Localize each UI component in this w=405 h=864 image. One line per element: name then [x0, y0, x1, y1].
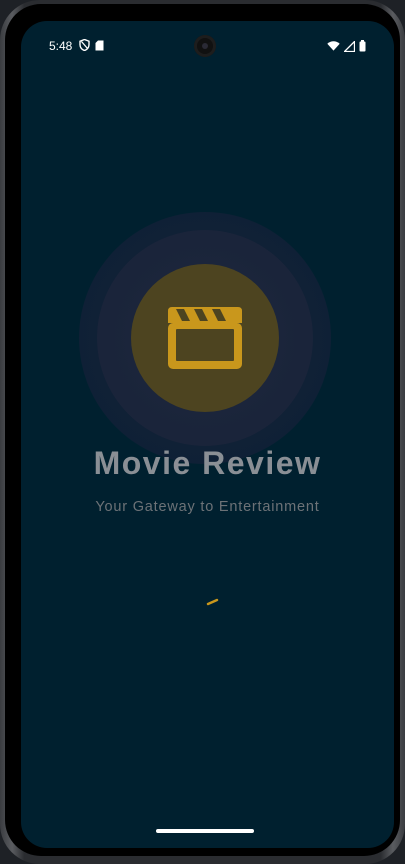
device-bezel: 5:48 Movie Review Your Gateway to Entert…	[5, 4, 400, 856]
loading-spinner	[206, 598, 219, 606]
shield-icon	[79, 39, 90, 51]
app-subtitle: Your Gateway to Entertainment	[95, 499, 320, 515]
sim-card-icon	[95, 40, 104, 50]
wifi-icon	[327, 41, 340, 51]
status-left-icons	[79, 39, 104, 51]
device-frame: 5:48 Movie Review Your Gateway to Entert…	[0, 0, 405, 864]
status-time: 5:48	[49, 39, 73, 53]
app-screen: 5:48 Movie Review Your Gateway to Entert…	[21, 21, 394, 848]
front-camera	[194, 35, 216, 57]
status-right-icons	[327, 40, 366, 52]
app-title: Movie Review	[93, 445, 322, 481]
cellular-signal-icon	[344, 40, 355, 52]
battery-icon	[359, 40, 366, 52]
movie-clapperboard-icon	[168, 307, 242, 369]
gesture-nav-handle[interactable]	[156, 829, 254, 833]
status-bar: 5:48	[21, 21, 394, 71]
